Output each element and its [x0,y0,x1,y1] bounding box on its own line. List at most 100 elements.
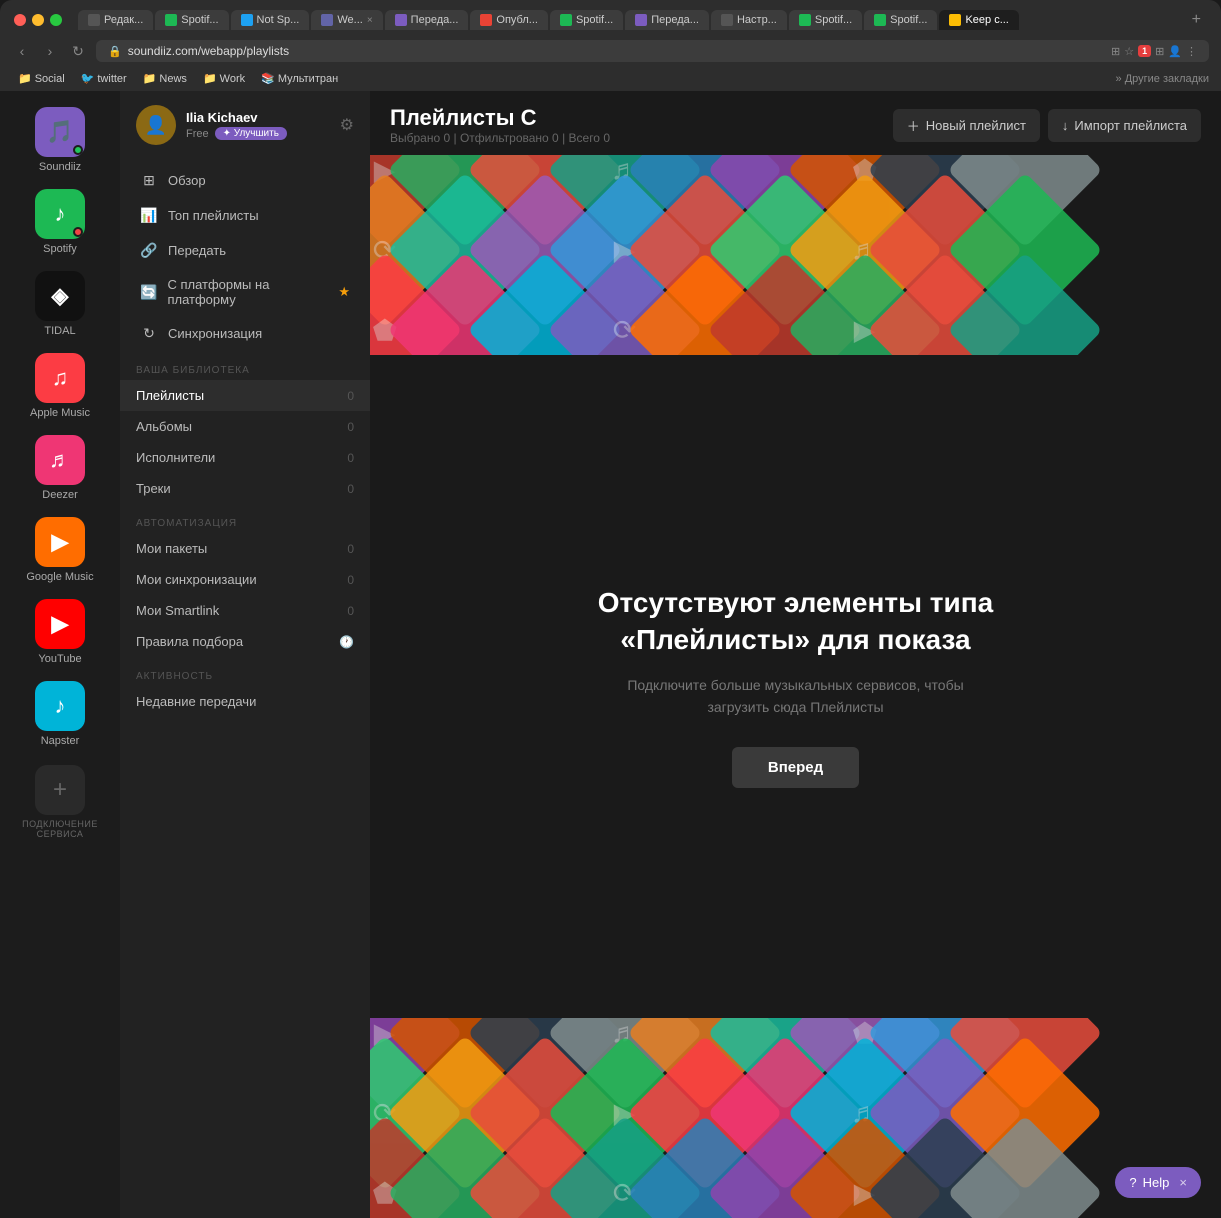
bookmark-item-0[interactable]: 📁Social [12,70,71,87]
service-item-apple-music[interactable]: ♫ Apple Music [5,347,115,425]
library-item-плейлисты[interactable]: Плейлисты 0 [120,380,370,411]
service-icon-wrapper: ♫ [35,353,85,403]
hero-banner-bottom: ▶♬⬟⟳▶♬⬟⟳▶ [370,1018,1221,1218]
add-service-button[interactable]: + ПОДКЛЮЧЕНИЕ СЕРВИСА [22,765,98,839]
bookmark-item-3[interactable]: 📁Work [197,70,251,87]
automation-item-count: 0 [334,573,354,587]
back-button[interactable]: ‹ [12,43,32,59]
nav-icon: ⊞ [140,172,158,189]
bookmarks-more[interactable]: » Другие закладки [1116,73,1209,85]
upgrade-badge[interactable]: ✦ Улучшить [215,127,287,140]
user-header: 👤 Ilia Kichaev Free ✦ Улучшить ⚙ [120,91,370,159]
settings-button[interactable]: ⚙ [340,115,354,135]
library-item-исполнители[interactable]: Исполнители 0 [120,442,370,473]
minimize-window-btn[interactable] [32,14,44,26]
automation-item-0[interactable]: Мои пакеты 0 [120,533,370,564]
service-item-spotify[interactable]: ♪Spotify [5,183,115,261]
service-item-deezer[interactable]: ♬Deezer [5,429,115,507]
tab-label: Редак... [104,14,143,26]
automation-section-label: АВТОМАТИЗАЦИЯ [120,504,370,533]
hero-banner-top: ▶♬⬟⟳▶♬⬟⟳▶ [370,155,1221,355]
bookmark-label: Мультитран [278,73,338,85]
nav-icon: 🔄 [140,284,157,301]
forward-button[interactable]: › [40,43,60,59]
address-bar[interactable]: 🔒 soundiiz.com/webapp/playlists ⊞ ☆ 1 ⊞ … [96,40,1209,62]
nav-item-label: Топ плейлисты [168,208,259,223]
browser-tab-4[interactable]: Переда... [385,10,469,30]
tab-close-icon[interactable]: × [367,15,373,26]
service-icon-wrapper: ▶ [35,517,85,567]
nav-item-4[interactable]: ↻ Синхронизация [124,316,366,351]
notification-badge: 1 [1138,45,1151,57]
browser-tab-8[interactable]: Настр... [711,10,787,30]
browser-tab-7[interactable]: Переда... [625,10,709,30]
bookmark-label: twitter [97,73,126,85]
reload-button[interactable]: ↻ [68,43,88,60]
new-playlist-button[interactable]: ＋ Новый плейлист [893,109,1040,142]
profile-icon[interactable]: 👤 [1168,45,1182,58]
tab-favicon [480,14,492,26]
service-name: Apple Music [30,407,90,419]
browser-tab-2[interactable]: Not Sp... [231,10,310,30]
page-title: Плейлисты С [390,105,881,131]
browser-tab-5[interactable]: Опубл... [470,10,548,30]
browser-chrome: Редак...Spotif...Not Sp...We...×Переда..… [0,0,1221,91]
nav-item-0[interactable]: ⊞ Обзор [124,163,366,198]
nav-item-1[interactable]: 📊 Топ плейлисты [124,198,366,233]
service-item-google-music[interactable]: ▶Google Music [5,511,115,589]
empty-state: Отсутствуют элементы типа «Плейлисты» дл… [370,355,1221,1018]
tab-label: Переда... [411,14,459,26]
service-name: TIDAL [44,325,75,337]
browser-tab-6[interactable]: Spotif... [550,10,623,30]
empty-title: Отсутствуют элементы типа «Плейлисты» дл… [596,585,996,658]
tab-label: We... [337,14,362,26]
content-scroll[interactable]: ▶♬⬟⟳▶♬⬟⟳▶ Отсутствуют элементы типа «Пле… [370,155,1221,1218]
library-item-альбомы[interactable]: Альбомы 0 [120,411,370,442]
star-icon[interactable]: ☆ [1124,45,1134,58]
service-icon-wrapper: ♬ [35,435,85,485]
automation-item-2[interactable]: Мои Smartlink 0 [120,595,370,626]
forward-button-main[interactable]: Вперед [732,747,859,788]
service-name: Spotify [43,243,77,255]
library-item-треки[interactable]: Треки 0 [120,473,370,504]
bookmark-item-2[interactable]: 📁News [137,70,193,87]
service-item-soundiiz[interactable]: 🎵Soundiiz [5,101,115,179]
nav-icon: ↻ [140,325,158,342]
library-section-label: ВАША БИБЛИОТЕКА [120,351,370,380]
browser-tab-1[interactable]: Spotif... [155,10,228,30]
service-item-youtube[interactable]: ▶YouTube [5,593,115,671]
automation-item-3[interactable]: Правила подбора 🕐 [120,626,370,657]
service-item-tidal[interactable]: ◈TIDAL [5,265,115,343]
browser-tab-3[interactable]: We... × [311,10,382,30]
help-button[interactable]: ? Help × [1115,1167,1201,1198]
bookmarks-bar: 📁Social🐦twitter📁News📁Work📚Мультитран» Др… [0,68,1221,91]
bookmark-icon: 📁 [203,72,217,85]
menu-icon[interactable]: ⋮ [1186,45,1197,58]
tab-label: Опубл... [496,14,538,26]
service-name: Soundiiz [39,161,81,173]
tab-label: Spotif... [890,14,927,26]
automation-item-1[interactable]: Мои синхронизации 0 [120,564,370,595]
maximize-window-btn[interactable] [50,14,62,26]
browser-tab-11[interactable]: Keep c... [939,10,1018,30]
browser-tab-10[interactable]: Spotif... [864,10,937,30]
import-playlist-button[interactable]: ↓ Импорт плейлиста [1048,109,1201,142]
avatar: 👤 [136,105,176,145]
library-item-count: 0 [334,420,354,434]
nav-item-3[interactable]: 🔄 С платформы на платформу ★ [124,268,366,316]
service-item-napster[interactable]: ♪Napster [5,675,115,753]
activity-item-0[interactable]: Недавние передачи [120,686,370,717]
bookmark-item-4[interactable]: 📚Мультитран [255,70,344,87]
bookmark-item-1[interactable]: 🐦twitter [75,70,133,87]
service-icon-wrapper: ♪ [35,681,85,731]
translate-icon[interactable]: ⊞ [1111,45,1120,58]
automation-item-label: Мои Smartlink [136,603,334,618]
bookmark-icon: 📚 [261,72,275,85]
nav-item-2[interactable]: 🔗 Передать [124,233,366,268]
help-close-icon[interactable]: × [1179,1175,1187,1190]
browser-tab-9[interactable]: Spotif... [789,10,862,30]
close-window-btn[interactable] [14,14,26,26]
browser-tab-0[interactable]: Редак... [78,10,153,30]
extensions-icon[interactable]: ⊞ [1155,45,1164,58]
new-tab-button[interactable]: + [1186,11,1207,29]
